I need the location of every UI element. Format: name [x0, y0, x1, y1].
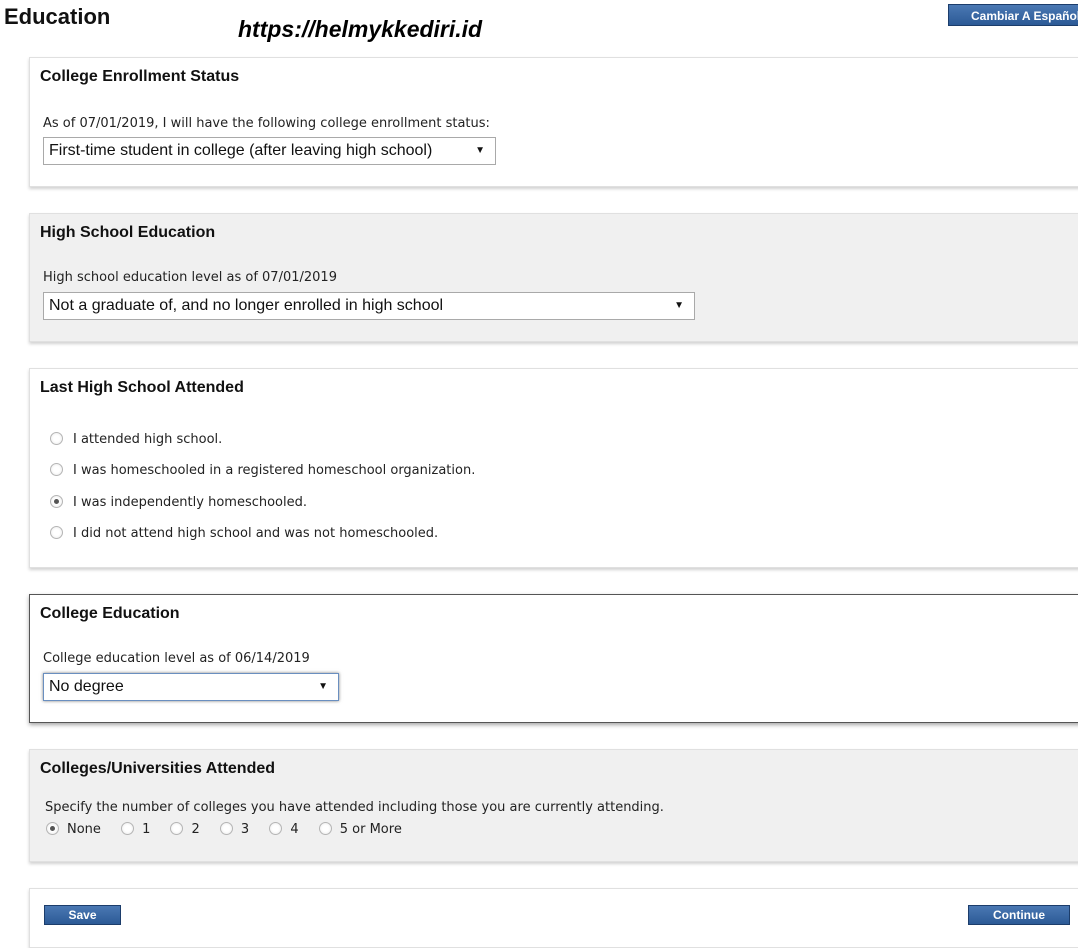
- panel-heading: High School Education: [40, 224, 216, 241]
- panel-heading: College Enrollment Status: [40, 68, 240, 85]
- radio-option-2[interactable]: 2: [170, 822, 200, 837]
- radio-option-attended[interactable]: I attended high school.: [50, 431, 222, 449]
- field-label: High school education level as of 07/01/…: [43, 270, 337, 285]
- select-value: No degree: [49, 678, 124, 695]
- radio-label: I did not attend high school and was not…: [73, 526, 439, 541]
- dropdown-arrow-icon: ▼: [475, 145, 485, 156]
- radio-option-none[interactable]: None: [46, 822, 101, 837]
- footer-panel: Save Continue: [29, 888, 1078, 948]
- save-button[interactable]: Save: [44, 905, 121, 925]
- colleges-attended-panel: Colleges/Universities Attended Specify t…: [29, 749, 1078, 862]
- page-title: Education: [4, 4, 111, 29]
- radio-button[interactable]: [318, 822, 332, 835]
- radio-label: 1: [142, 822, 151, 837]
- language-toggle-button[interactable]: Cambiar A Español: [948, 4, 1078, 26]
- panel-heading: Colleges/Universities Attended: [40, 760, 276, 777]
- radio-option-3[interactable]: 3: [219, 822, 250, 837]
- radio-label: 2: [191, 822, 200, 837]
- college-level-select[interactable]: No degree ▼: [43, 673, 339, 701]
- enrollment-status-select[interactable]: First-time student in college (after lea…: [43, 137, 496, 165]
- college-enrollment-panel: College Enrollment Status As of 07/01/20…: [29, 57, 1078, 187]
- select-value: Not a graduate of, and no longer enrolle…: [49, 297, 444, 314]
- radio-button[interactable]: [219, 822, 233, 835]
- radio-button[interactable]: [170, 822, 184, 835]
- radio-button[interactable]: [121, 822, 135, 835]
- radio-button-selected[interactable]: [46, 822, 59, 835]
- radio-button[interactable]: [50, 432, 63, 445]
- radio-label: None: [67, 822, 101, 837]
- radio-option-independent-homeschool[interactable]: I was independently homeschooled.: [50, 494, 307, 512]
- radio-option-4[interactable]: 4: [269, 822, 299, 837]
- radio-option-registered-homeschool[interactable]: I was homeschooled in a registered homes…: [50, 462, 475, 480]
- radio-button[interactable]: [269, 822, 283, 835]
- radio-button[interactable]: [50, 526, 63, 539]
- radio-label: 5 or More: [339, 822, 402, 837]
- high-school-education-panel: High School Education High school educat…: [29, 213, 1078, 342]
- panel-heading: Last High School Attended: [40, 379, 244, 396]
- radio-label: 4: [290, 822, 299, 837]
- high-school-level-select[interactable]: Not a graduate of, and no longer enrolle…: [43, 292, 695, 320]
- select-value: First-time student in college (after lea…: [49, 142, 433, 159]
- radio-label: I was homeschooled in a registered homes…: [73, 463, 476, 478]
- radio-label: I attended high school.: [73, 432, 223, 447]
- radio-label: 3: [240, 822, 250, 837]
- radio-label: I was independently homeschooled.: [73, 495, 307, 510]
- radio-button[interactable]: [50, 463, 63, 476]
- college-count-radio-group: None 1 2 3 4 5 or More: [46, 822, 418, 837]
- radio-option-1[interactable]: 1: [121, 822, 150, 837]
- watermark-text: https://helmykkediri.id: [238, 16, 483, 42]
- dropdown-arrow-icon: ▼: [674, 300, 684, 311]
- field-label: As of 07/01/2019, I will have the follow…: [43, 116, 490, 131]
- field-label: College education level as of 06/14/2019: [43, 651, 310, 666]
- panel-heading: College Education: [40, 605, 180, 622]
- college-education-panel: College Education College education leve…: [29, 594, 1078, 723]
- continue-button[interactable]: Continue: [968, 905, 1070, 925]
- radio-button-selected[interactable]: [50, 495, 63, 508]
- last-high-school-panel: Last High School Attended I attended hig…: [29, 368, 1078, 568]
- field-label: Specify the number of colleges you have …: [45, 800, 664, 815]
- dropdown-arrow-icon: ▼: [318, 681, 328, 692]
- radio-option-5-or-more[interactable]: 5 or More: [318, 822, 402, 837]
- radio-option-none[interactable]: I did not attend high school and was not…: [50, 525, 438, 543]
